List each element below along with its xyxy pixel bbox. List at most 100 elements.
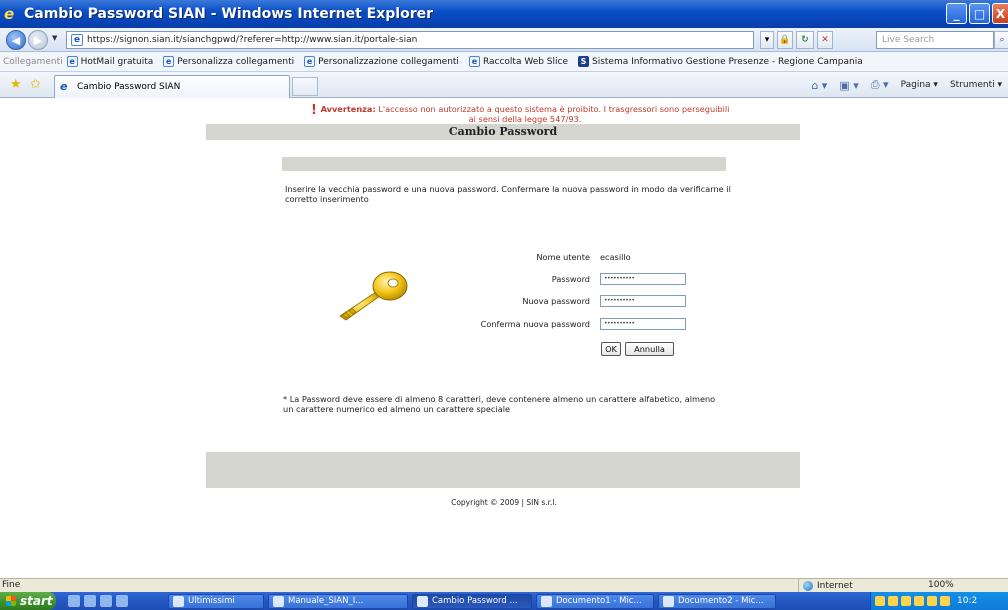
windows-taskbar: start Ultimissimi Manuale_SIAN_I... Camb… xyxy=(0,592,1008,610)
warning-box xyxy=(206,452,800,488)
zoom-level[interactable]: 100% xyxy=(928,580,954,590)
print-icon[interactable]: ⎙ ▾ xyxy=(871,78,889,92)
tab-title: Cambio Password SIAN xyxy=(77,82,181,92)
taskbar-button-ultimissimi[interactable]: Ultimissimi xyxy=(168,593,264,609)
links-label: Collegamenti xyxy=(3,56,63,67)
search-input[interactable]: Live Search xyxy=(876,31,994,49)
zone-label: Internet xyxy=(817,580,853,591)
ie-logo-icon: e xyxy=(4,5,15,23)
tray-icon[interactable] xyxy=(875,596,885,606)
address-tools: ▾ 🔒 ↻ ✕ xyxy=(760,31,833,49)
confirm-password-field[interactable]: •••••••••• xyxy=(600,318,686,330)
status-text: Fine xyxy=(2,580,21,590)
taskbar-button-documento1[interactable]: Documento1 - Mic... xyxy=(536,593,654,609)
link-hotmail[interactable]: e HotMail gratuita xyxy=(66,56,153,67)
search-icon[interactable]: ⌕ xyxy=(994,31,1008,49)
strumenti-menu[interactable]: Strumenti ▾ xyxy=(950,80,1002,90)
word-icon xyxy=(541,595,552,607)
confirm-password-label: Conferma nuova password xyxy=(480,319,590,329)
taskbar-button-documento2[interactable]: Documento2 - Mic... xyxy=(658,593,776,609)
warning-text: L'accesso non autorizzato a questo siste… xyxy=(378,104,730,124)
window-title: Cambio Password SIAN - Windows Internet … xyxy=(24,6,433,22)
password-label: Password xyxy=(551,274,590,284)
ok-button[interactable]: OK xyxy=(601,342,621,356)
link-personalizza[interactable]: e Personalizza collegamenti xyxy=(163,56,294,67)
window-titlebar: e Cambio Password SIAN - Windows Interne… xyxy=(0,0,1008,28)
links-bar: Collegamenti e HotMail gratuita e Personal… xyxy=(0,52,1008,72)
add-favorites-icon[interactable]: ✩ xyxy=(30,77,41,92)
folder-icon xyxy=(173,595,184,607)
link-personalizzazione[interactable]: e Personalizzazione collegamenti xyxy=(304,56,459,67)
tray-icon[interactable] xyxy=(914,596,924,606)
page-content: Cambio Password Inserire la vecchia pass… xyxy=(0,98,1008,578)
status-bar: Fine Internet 100% xyxy=(0,578,1008,592)
warning-message: Avvertenza: L'accesso non autorizzato a … xyxy=(320,104,730,124)
back-button[interactable]: ◀ xyxy=(6,30,26,50)
quick-launch xyxy=(68,595,168,607)
annulla-button[interactable]: Annulla xyxy=(625,342,674,356)
start-button[interactable]: start xyxy=(0,592,56,610)
maximize-button[interactable]: □ xyxy=(969,3,990,24)
page-title: Cambio Password xyxy=(206,124,800,140)
ie-page-icon: e xyxy=(66,56,78,67)
copyright-text: Copyright © 2009 | SIN s.r.l. xyxy=(451,498,557,507)
start-label: start xyxy=(20,594,53,608)
password-rules-note: * La Password deve essere di almeno 8 ca… xyxy=(283,394,716,414)
ie-page-icon: e xyxy=(304,56,316,67)
taskbar-button-manuale[interactable]: Manuale_SIAN_I... xyxy=(268,593,408,609)
system-tray: 10:2 xyxy=(870,592,1008,610)
favorites-star-icon[interactable]: ★ xyxy=(10,77,22,92)
taskbar-button-cambio-password[interactable]: Cambio Password ... xyxy=(412,593,532,609)
tray-icon[interactable] xyxy=(927,596,937,606)
username-value: ecasillo xyxy=(600,252,631,262)
security-zone[interactable]: Internet xyxy=(798,579,853,592)
refresh-icon[interactable]: ↻ xyxy=(796,31,814,49)
new-password-label: Nuova password xyxy=(522,296,590,306)
page-icon: e xyxy=(71,34,83,46)
window-controls: _ □ X xyxy=(946,3,1008,24)
quicklaunch-icon[interactable] xyxy=(68,595,80,607)
username-label: Nome utente xyxy=(536,252,590,262)
command-bar: ⌂ ▾ ▣ ▾ ⎙ ▾ Pagina ▾ Strumenti ▾ xyxy=(811,78,1002,92)
forward-button[interactable]: ▶ xyxy=(28,30,48,50)
password-field[interactable]: •••••••••• xyxy=(600,273,686,285)
home-icon[interactable]: ⌂ ▾ xyxy=(811,79,827,92)
tray-icon[interactable] xyxy=(940,596,950,606)
new-tab-button[interactable] xyxy=(292,77,318,96)
sis-logo-icon: S xyxy=(578,56,589,67)
lock-icon[interactable]: 🔒 xyxy=(777,31,793,49)
feeds-icon[interactable]: ▣ ▾ xyxy=(839,79,858,92)
url-text: https://signon.sian.it/sianchgpwd/?refer… xyxy=(87,35,418,45)
warning-title: Avvertenza: xyxy=(320,104,376,114)
history-dropdown-icon[interactable]: ▼ xyxy=(52,34,57,42)
windows-logo-icon xyxy=(6,596,16,606)
clock[interactable]: 10:2 xyxy=(957,596,977,606)
url-input[interactable]: e https://signon.sian.it/sianchgpwd/?ref… xyxy=(66,31,754,49)
url-dropdown-icon[interactable]: ▾ xyxy=(760,31,774,49)
ie-icon xyxy=(417,595,428,607)
tray-icon[interactable] xyxy=(901,596,911,606)
word-icon xyxy=(663,595,674,607)
address-bar: ◀ ▶ ▼ e https://signon.sian.it/sianchgpw… xyxy=(0,28,1008,52)
warning-icon: ! xyxy=(311,103,317,118)
quicklaunch-icon[interactable] xyxy=(116,595,128,607)
instructions-text: Inserire la vecchia password e una nuova… xyxy=(285,184,731,204)
close-button[interactable]: X xyxy=(992,3,1008,24)
tray-icon[interactable] xyxy=(888,596,898,606)
quicklaunch-icon[interactable] xyxy=(84,595,96,607)
link-presenze[interactable]: S Sistema Informativo Gestione Presenze -… xyxy=(578,56,863,67)
ie-tab-icon: e xyxy=(60,80,68,93)
ie-page-icon: e xyxy=(163,56,175,67)
tab-bar: ★ ✩ e Cambio Password SIAN ⌂ ▾ ▣ ▾ ⎙ ▾ P… xyxy=(0,72,1008,98)
quicklaunch-icon[interactable] xyxy=(100,595,112,607)
tab-cambio-password[interactable]: e Cambio Password SIAN xyxy=(54,75,290,98)
link-web-slice[interactable]: e Raccolta Web Slice xyxy=(468,56,568,67)
stop-icon[interactable]: ✕ xyxy=(817,31,833,49)
ie-page-icon: e xyxy=(468,56,480,67)
pagina-menu[interactable]: Pagina ▾ xyxy=(901,80,938,90)
word-icon xyxy=(273,595,284,607)
new-password-field[interactable]: •••••••••• xyxy=(600,295,686,307)
header-separator xyxy=(282,157,726,171)
globe-icon xyxy=(803,580,813,591)
minimize-button[interactable]: _ xyxy=(946,3,967,24)
